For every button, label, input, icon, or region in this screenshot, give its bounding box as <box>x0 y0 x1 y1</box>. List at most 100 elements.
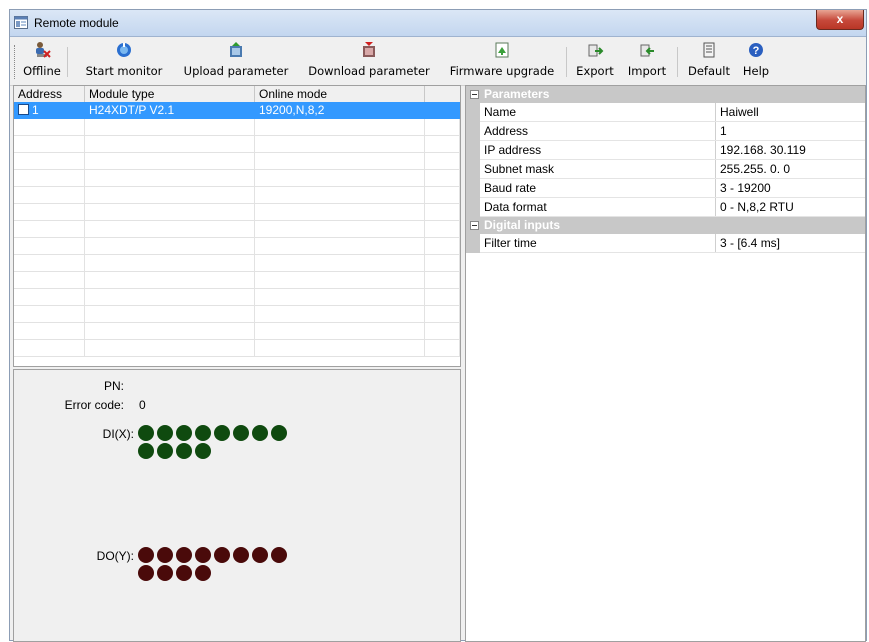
category-0[interactable]: Parameters <box>466 86 865 103</box>
category-label: Parameters <box>484 87 550 101</box>
cell-online-mode: 19200,N,8,2 <box>255 102 425 119</box>
column-header-module-type[interactable]: Module type <box>85 86 255 102</box>
parameter-name: Address <box>480 122 716 140</box>
row-gutter <box>466 160 480 179</box>
parameter-value[interactable]: 0 - N,8,2 RTU <box>716 198 865 216</box>
cell-empty <box>255 323 425 340</box>
parameter-name: Baud rate <box>480 179 716 197</box>
cell-empty <box>85 238 255 255</box>
parameter-value[interactable]: Haiwell <box>716 103 865 121</box>
row-gutter <box>466 198 480 217</box>
toolbar-separator <box>677 47 678 77</box>
column-header-address[interactable]: Address <box>14 86 85 102</box>
parameter-value[interactable]: 3 - [6.4 ms] <box>716 234 865 252</box>
module-row[interactable]: 1 H24XDT/P V2.1 19200,N,8,2 <box>14 102 460 119</box>
svg-text:?: ? <box>753 45 760 57</box>
cell-empty <box>425 340 460 357</box>
parameter-row[interactable]: Data format 0 - N,8,2 RTU <box>466 198 865 217</box>
cell-empty <box>14 153 85 170</box>
parameter-name: IP address <box>480 141 716 159</box>
parameter-row[interactable]: IP address 192.168. 30.119 <box>466 141 865 160</box>
di-led <box>252 425 268 441</box>
error-code-label: Error code: <box>64 398 124 412</box>
default-button[interactable]: Default <box>683 41 735 83</box>
parameter-name: Subnet mask <box>480 160 716 178</box>
upload-parameter-button[interactable]: Upload parameter <box>178 41 294 83</box>
parameter-value[interactable]: 255.255. 0. 0 <box>716 160 865 178</box>
parameter-value[interactable]: 1 <box>716 122 865 140</box>
cell-empty <box>425 306 460 323</box>
parameter-row[interactable]: Name Haiwell <box>466 103 865 122</box>
cell-empty <box>85 204 255 221</box>
help-button[interactable]: ? Help <box>738 41 774 83</box>
cell-empty <box>14 136 85 153</box>
cell-empty <box>255 221 425 238</box>
error-code-value: 0 <box>139 398 146 412</box>
module-status-panel: PN: Error code: 0 DI(X): DO(Y): <box>13 369 461 642</box>
empty-row <box>14 289 460 306</box>
di-led <box>214 425 230 441</box>
category-1[interactable]: Digital inputs <box>466 217 865 234</box>
download-parameter-button[interactable]: Download parameter <box>303 41 435 83</box>
parameter-value[interactable]: 192.168. 30.119 <box>716 141 865 159</box>
collapse-icon[interactable] <box>470 221 479 230</box>
row-gutter <box>466 179 480 198</box>
cell-empty <box>14 255 85 272</box>
cell-empty <box>425 255 460 272</box>
offline-button[interactable]: Offline <box>20 41 64 83</box>
parameter-grid: Parameters Name Haiwell Address 1 IP address 1… <box>465 85 866 642</box>
cell-empty <box>85 289 255 306</box>
window-title: Remote module <box>34 16 119 30</box>
cell-empty <box>255 136 425 153</box>
cell-module-type: H24XDT/P V2.1 <box>85 102 255 119</box>
parameter-row[interactable]: Subnet mask 255.255. 0. 0 <box>466 160 865 179</box>
parameter-name: Filter time <box>480 234 716 252</box>
parameter-row[interactable]: Baud rate 3 - 19200 <box>466 179 865 198</box>
start-monitor-button[interactable]: Start monitor <box>77 41 171 83</box>
cell-empty <box>85 221 255 238</box>
column-header-online-mode[interactable]: Online mode <box>255 86 425 102</box>
cell-empty <box>14 221 85 238</box>
export-button[interactable]: Export <box>572 41 618 83</box>
cell-empty <box>255 340 425 357</box>
row-gutter <box>466 234 480 253</box>
module-list-header: Address Module type Online mode <box>14 86 460 103</box>
parameter-row[interactable]: Address 1 <box>466 122 865 141</box>
cell-empty <box>85 119 255 136</box>
di-led <box>176 443 192 459</box>
category-label: Digital inputs <box>484 218 560 232</box>
parameter-name: Name <box>480 103 716 121</box>
module-list: Address Module type Online mode 1 H24XDT/… <box>13 85 461 367</box>
cell-empty <box>255 187 425 204</box>
cell-empty <box>85 340 255 357</box>
default-icon <box>703 42 715 58</box>
collapse-icon[interactable] <box>470 90 479 99</box>
do-led <box>252 547 268 563</box>
empty-row <box>14 204 460 221</box>
di-led <box>157 443 173 459</box>
close-button[interactable]: x <box>816 10 864 30</box>
firmware-upgrade-button[interactable]: Firmware upgrade <box>444 41 560 83</box>
cell-empty <box>425 323 460 340</box>
parameter-row[interactable]: Filter time 3 - [6.4 ms] <box>466 234 865 253</box>
di-led <box>271 425 287 441</box>
cell-address: 1 <box>14 102 85 119</box>
empty-row <box>14 323 460 340</box>
download-icon <box>363 42 375 57</box>
toolbar-separator <box>67 47 68 77</box>
firmware-icon <box>495 42 509 58</box>
do-led <box>176 565 192 581</box>
title-bar[interactable]: Remote module x <box>10 10 866 37</box>
cell-empty <box>425 238 460 255</box>
cell-empty <box>425 221 460 238</box>
cell-empty <box>85 170 255 187</box>
cell-empty <box>425 272 460 289</box>
import-button[interactable]: Import <box>623 41 671 83</box>
toolbar-grip[interactable] <box>14 45 17 79</box>
di-led <box>233 425 249 441</box>
row-gutter <box>466 141 480 160</box>
parameter-value[interactable]: 3 - 19200 <box>716 179 865 197</box>
cell-empty <box>85 153 255 170</box>
empty-row <box>14 187 460 204</box>
export-icon <box>588 44 604 57</box>
